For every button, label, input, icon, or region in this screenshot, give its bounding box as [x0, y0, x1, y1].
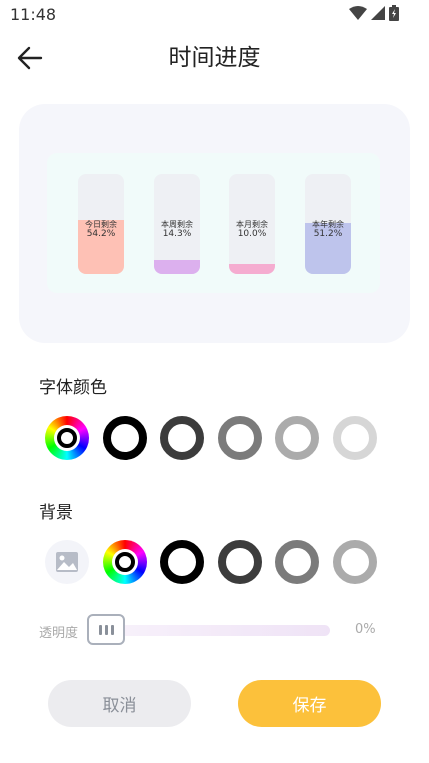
progress-bar-fill [229, 264, 275, 274]
signal-icon [371, 6, 385, 20]
background-color-swatch[interactable] [217, 540, 262, 584]
background-color-swatch[interactable] [160, 540, 204, 584]
background-image-picker[interactable] [45, 540, 89, 584]
status-icons [349, 5, 399, 21]
page-title: 时间进度 [168, 45, 261, 71]
grip-line [110, 624, 114, 635]
opacity-slider-track[interactable] [96, 625, 330, 636]
font-color-title: 字体颜色 [39, 378, 107, 398]
font-color-swatches [44, 416, 389, 462]
progress-bar-percent: 51.2% [313, 229, 343, 239]
progress-bar: 本周剩余 14.3% [154, 174, 200, 274]
background-swatches [44, 540, 389, 586]
progress-bar-percent: 14.3% [162, 229, 192, 239]
color-wheel-icon [114, 552, 135, 572]
opacity-slider-handle[interactable] [87, 614, 125, 645]
progress-bar-fill [154, 259, 200, 274]
font-color-swatch[interactable] [102, 416, 147, 460]
image-icon [56, 552, 78, 572]
progress-bar: 本年剩余 51.2% [305, 174, 351, 274]
battery-icon [389, 5, 399, 21]
opacity-label: 透明度 [39, 626, 79, 641]
font-color-swatch[interactable] [160, 416, 204, 460]
background-color-swatch[interactable] [332, 540, 377, 584]
font-color-swatch[interactable] [275, 416, 319, 460]
font-color-swatch[interactable] [217, 416, 262, 460]
grip-line [104, 624, 108, 635]
progress-bar-percent: 54.2% [86, 229, 116, 239]
status-time: 11:48 [10, 5, 57, 24]
cancel-button[interactable]: 取消 [48, 680, 191, 727]
progress-bar: 今日剩余 54.2% [78, 174, 124, 274]
background-title: 背景 [39, 503, 73, 523]
grip-line [98, 624, 102, 635]
progress-bar-percent: 10.0% [237, 229, 267, 239]
wifi-icon [349, 6, 367, 20]
color-wheel-icon [57, 428, 77, 448]
font-color-swatch[interactable] [332, 416, 377, 460]
progress-bar: 本月剩余 10.0% [229, 174, 275, 274]
background-color-wheel[interactable] [102, 540, 147, 584]
font-color-wheel[interactable] [45, 416, 89, 460]
save-button[interactable]: 保存 [238, 680, 381, 727]
opacity-value: 0% [355, 622, 376, 637]
background-color-swatch[interactable] [275, 540, 319, 584]
